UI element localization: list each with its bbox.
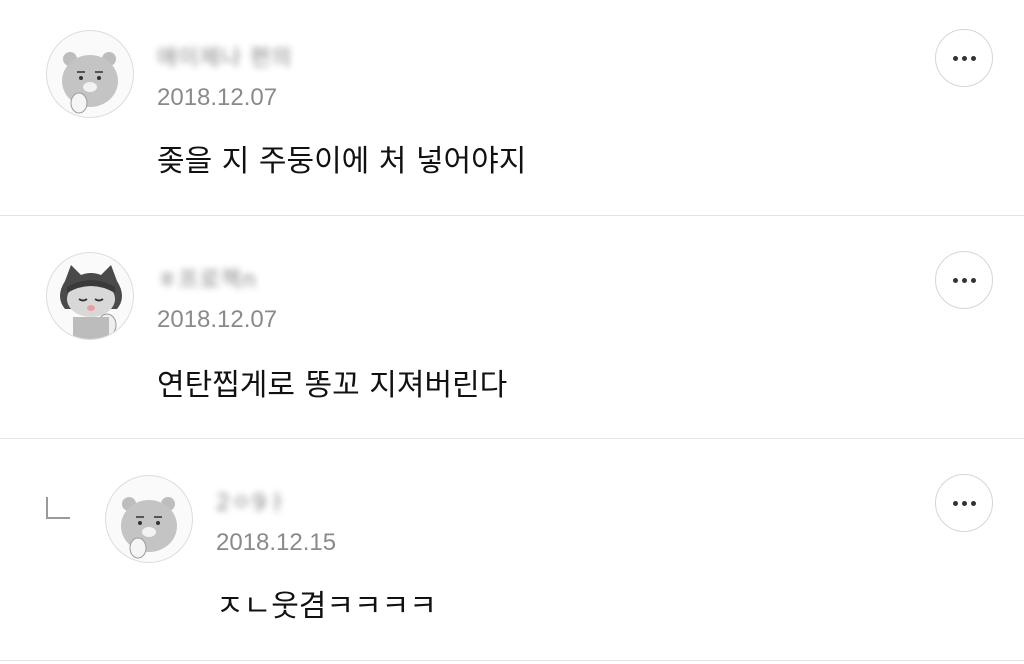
comment-text: ㅈㄴ웃겸ㅋㅋㅋㅋ — [216, 589, 437, 624]
comment-author[interactable]: 2ㅇ9ㅏ — [216, 485, 288, 517]
more-icon-dot — [961, 277, 967, 283]
more-icon-dot — [970, 500, 976, 506]
more-icon-dot — [961, 500, 967, 506]
more-icon — [952, 55, 958, 61]
more-options-button[interactable] — [935, 251, 993, 309]
more-icon — [952, 277, 958, 283]
ryan-avatar-icon[interactable] — [105, 475, 193, 563]
more-icon-dot — [961, 55, 967, 61]
comment-text: 좆을 지 주둥이에 처 넣어야지 — [157, 144, 527, 179]
comment-date: 2018.12.15 — [216, 529, 337, 556]
comment-author[interactable]: 애이제나 편의 — [157, 40, 292, 72]
more-options-button[interactable] — [935, 474, 993, 532]
cat-avatar-icon[interactable] — [46, 252, 134, 340]
more-icon-dot — [970, 55, 976, 61]
more-icon — [952, 500, 958, 506]
reply-arrow-icon — [46, 497, 70, 519]
ryan-avatar-icon[interactable] — [46, 30, 134, 118]
divider — [0, 660, 1024, 661]
comment-item: 애이제나 편의 2018.12.07 좆을 지 주둥이에 처 넣어야지 — [0, 0, 1024, 215]
more-options-button[interactable] — [935, 29, 993, 87]
comment-item: ㅎ프로젝n 2018.12.07 연탄찝게로 똥꼬 지져버린다 — [0, 216, 1024, 438]
more-icon-dot — [970, 277, 976, 283]
comment-date: 2018.12.07 — [157, 306, 278, 333]
comment-author[interactable]: ㅎ프로젝n — [157, 262, 257, 294]
reply-comment-item: 2ㅇ9ㅏ 2018.12.15 ㅈㄴ웃겸ㅋㅋㅋㅋ — [0, 439, 1024, 661]
comment-date: 2018.12.07 — [157, 84, 278, 111]
comment-text: 연탄찝게로 똥꼬 지져버린다 — [157, 368, 508, 403]
